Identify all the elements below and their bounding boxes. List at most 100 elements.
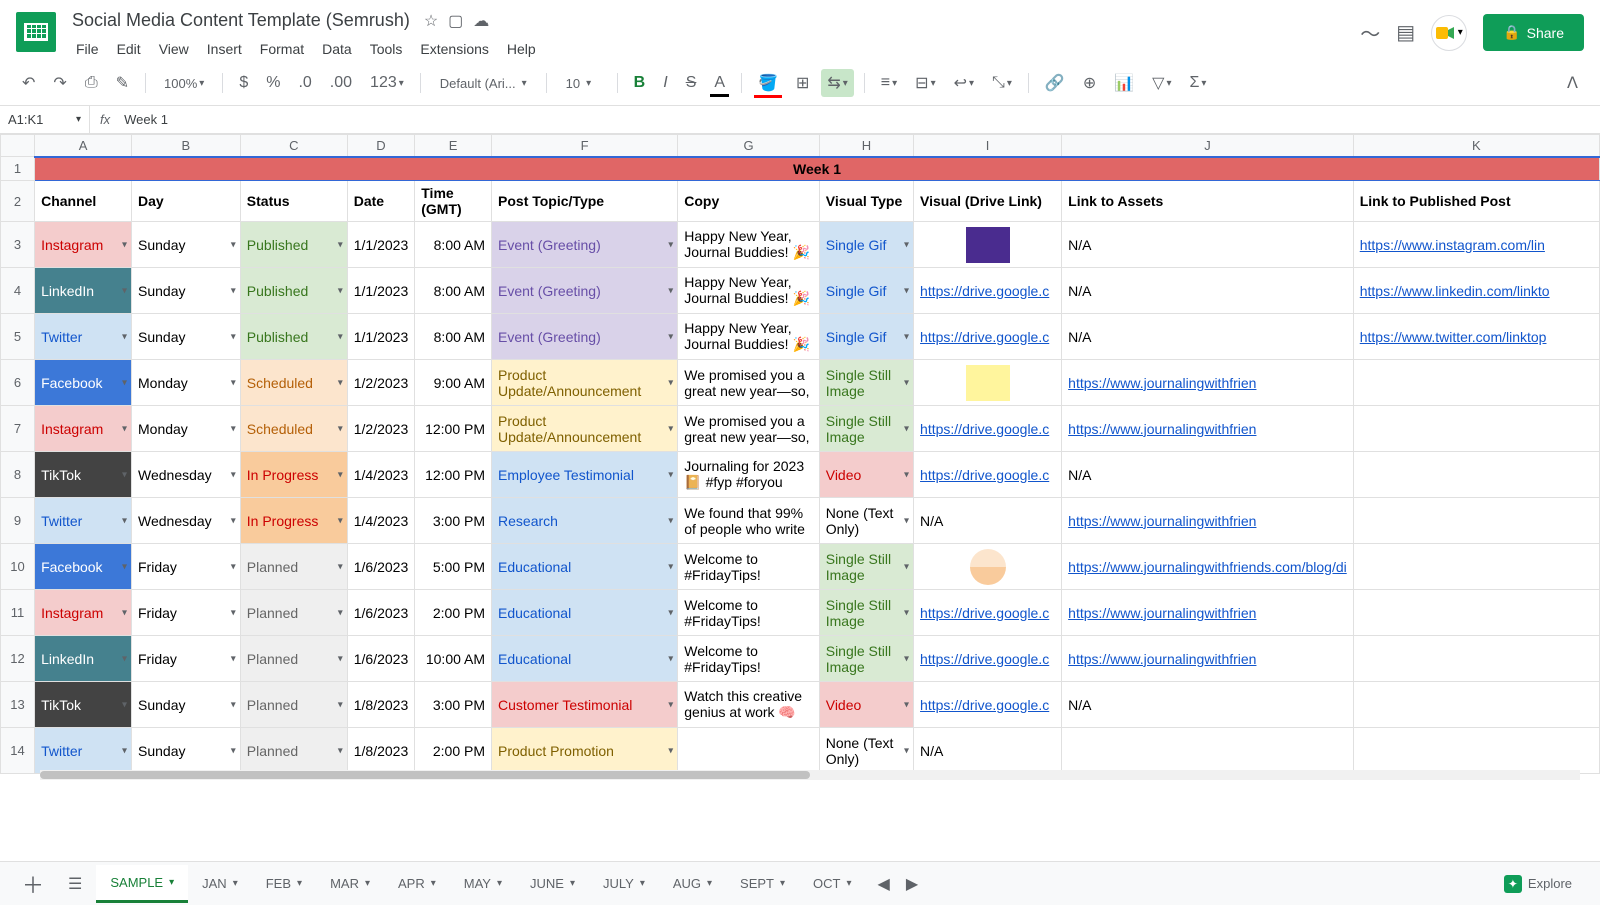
cell-visual-type[interactable]: Single Still Image	[819, 406, 913, 452]
cell-topic[interactable]: Product Update/Announcement	[492, 360, 678, 406]
cell-visual-link[interactable]: https://drive.google.c	[914, 452, 1062, 498]
explore-button[interactable]: ✦ Explore	[1504, 875, 1588, 893]
cell-time[interactable]: 10:00 AM	[415, 636, 492, 682]
formula-bar[interactable]: Week 1	[120, 112, 172, 127]
cell-assets[interactable]: https://www.journalingwithfrien	[1062, 636, 1354, 682]
cell-time[interactable]: 8:00 AM	[415, 314, 492, 360]
cell-assets[interactable]: N/A	[1062, 222, 1354, 268]
row-header[interactable]: 9	[1, 498, 35, 544]
cell-visual-link[interactable]: https://drive.google.c	[914, 314, 1062, 360]
cell-status[interactable]: In Progress	[240, 498, 347, 544]
cell-topic[interactable]: Educational	[492, 590, 678, 636]
cell-channel[interactable]: Instagram	[35, 222, 132, 268]
filter-icon[interactable]: ▽▾	[1146, 69, 1177, 97]
cell-channel[interactable]: Twitter	[35, 314, 132, 360]
fill-color-icon[interactable]: 🪣	[752, 69, 784, 97]
cell-assets[interactable]: N/A	[1062, 268, 1354, 314]
cell-day[interactable]: Friday	[132, 544, 241, 590]
cell-visual-link[interactable]: N/A	[914, 728, 1062, 774]
cell-date[interactable]: 1/8/2023	[347, 682, 415, 728]
column-header[interactable]: B	[132, 135, 241, 157]
column-header[interactable]: A	[35, 135, 132, 157]
row-header[interactable]: 11	[1, 590, 35, 636]
bold-icon[interactable]: B	[628, 70, 652, 96]
cell-day[interactable]: Sunday	[132, 314, 241, 360]
cell-visual-link[interactable]: https://drive.google.c	[914, 268, 1062, 314]
cell-visual-type[interactable]: Single Still Image	[819, 360, 913, 406]
cell-published[interactable]	[1353, 544, 1599, 590]
header-status[interactable]: Status	[240, 181, 347, 222]
merge-cells-icon[interactable]: ⇆▾	[821, 69, 853, 97]
more-formats-icon[interactable]: 123▾	[364, 70, 410, 96]
cell-published[interactable]	[1353, 406, 1599, 452]
spreadsheet-grid[interactable]: ABCDEFGHIJK 1Week 12 Channel Day Status …	[0, 134, 1600, 774]
cell-date[interactable]: 1/4/2023	[347, 452, 415, 498]
menu-data[interactable]: Data	[314, 37, 360, 61]
cell-status[interactable]: Published	[240, 222, 347, 268]
cell-topic[interactable]: Event (Greeting)	[492, 268, 678, 314]
redo-icon[interactable]: ↷	[47, 69, 72, 97]
cell-time[interactable]: 12:00 PM	[415, 406, 492, 452]
menu-edit[interactable]: Edit	[109, 37, 149, 61]
text-color-icon[interactable]: A	[708, 70, 731, 96]
header-channel[interactable]: Channel	[35, 181, 132, 222]
cell-day[interactable]: Sunday	[132, 222, 241, 268]
sheet-tab[interactable]: SEPT ▾	[726, 865, 799, 903]
cell-day[interactable]: Wednesday	[132, 452, 241, 498]
cell-assets[interactable]: N/A	[1062, 682, 1354, 728]
cell-visual-type[interactable]: None (Text Only)	[819, 498, 913, 544]
cell-date[interactable]: 1/2/2023	[347, 406, 415, 452]
paint-format-icon[interactable]: ✎	[110, 69, 135, 97]
cell-date[interactable]: 1/1/2023	[347, 314, 415, 360]
menu-help[interactable]: Help	[499, 37, 544, 61]
cloud-icon[interactable]: ☁	[473, 11, 489, 31]
cell-status[interactable]: In Progress	[240, 452, 347, 498]
cell-day[interactable]: Sunday	[132, 268, 241, 314]
row-header[interactable]: 5	[1, 314, 35, 360]
header-visual-link[interactable]: Visual (Drive Link)	[914, 181, 1062, 222]
cell-time[interactable]: 5:00 PM	[415, 544, 492, 590]
cell-channel[interactable]: LinkedIn	[35, 636, 132, 682]
sheet-tab[interactable]: AUG ▾	[659, 865, 726, 903]
select-all-corner[interactable]	[1, 135, 35, 157]
cell-date[interactable]: 1/6/2023	[347, 544, 415, 590]
cell-visual-link[interactable]: https://drive.google.c	[914, 590, 1062, 636]
row-header[interactable]: 14	[1, 728, 35, 774]
column-header[interactable]: I	[914, 135, 1062, 157]
star-icon[interactable]: ☆	[424, 11, 438, 31]
cell-channel[interactable]: TikTok	[35, 452, 132, 498]
percent-icon[interactable]: %	[260, 70, 286, 96]
cell-status[interactable]: Planned	[240, 636, 347, 682]
currency-icon[interactable]: $	[233, 70, 254, 96]
header-assets[interactable]: Link to Assets	[1062, 181, 1354, 222]
cell-time[interactable]: 8:00 AM	[415, 268, 492, 314]
row-header[interactable]: 6	[1, 360, 35, 406]
chart-icon[interactable]: 📊	[1108, 69, 1140, 97]
cell-copy[interactable]: Journaling for 2023 📔 #fyp #foryou	[678, 452, 819, 498]
cell-visual-type[interactable]: Single Gif	[819, 314, 913, 360]
cell-date[interactable]: 1/2/2023	[347, 360, 415, 406]
menu-extensions[interactable]: Extensions	[412, 37, 496, 61]
cell-assets[interactable]: N/A	[1062, 452, 1354, 498]
header-date[interactable]: Date	[347, 181, 415, 222]
cell-status[interactable]: Planned	[240, 590, 347, 636]
scroll-tabs-left-icon[interactable]: ◀	[878, 874, 890, 894]
cell-visual-type[interactable]: Single Still Image	[819, 544, 913, 590]
menu-view[interactable]: View	[151, 37, 197, 61]
cell-time[interactable]: 2:00 PM	[415, 590, 492, 636]
cell-published[interactable]	[1353, 498, 1599, 544]
row-header[interactable]: 3	[1, 222, 35, 268]
sheet-tab[interactable]: OCT ▾	[799, 865, 865, 903]
meet-button[interactable]: ▾	[1431, 15, 1467, 51]
column-header[interactable]: J	[1062, 135, 1354, 157]
cell-topic[interactable]: Event (Greeting)	[492, 314, 678, 360]
cell-published[interactable]	[1353, 360, 1599, 406]
sheet-tab[interactable]: JAN ▾	[188, 865, 252, 903]
cell-visual-type[interactable]: Single Still Image	[819, 636, 913, 682]
row-header[interactable]: 4	[1, 268, 35, 314]
history-icon[interactable]: 〜	[1360, 18, 1380, 47]
cell-copy[interactable]	[678, 728, 819, 774]
cell-status[interactable]: Published	[240, 268, 347, 314]
cell-topic[interactable]: Event (Greeting)	[492, 222, 678, 268]
cell-day[interactable]: Monday	[132, 406, 241, 452]
